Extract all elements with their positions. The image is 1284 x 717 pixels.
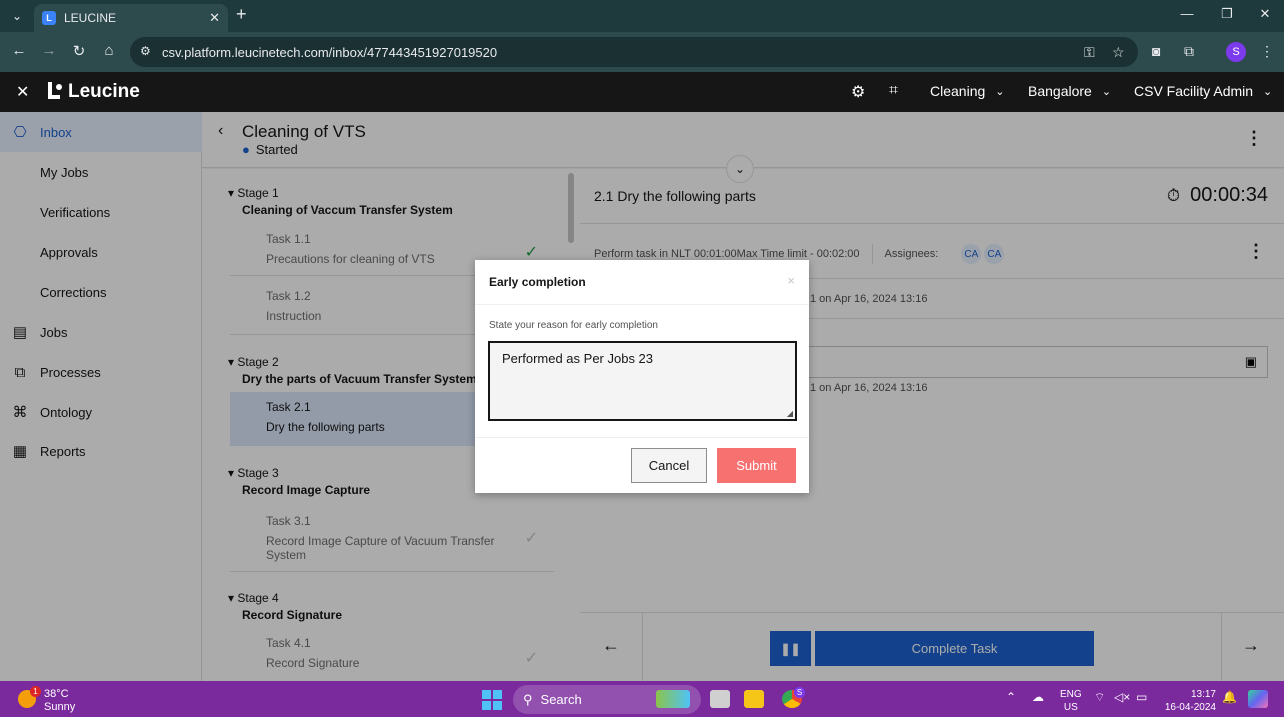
weather-widget[interactable]: 38°C Sunny bbox=[44, 688, 75, 714]
chrome-profile-badge: S bbox=[794, 687, 805, 698]
task-view-icon[interactable] bbox=[710, 690, 730, 708]
chevron-down-icon: ⌄ bbox=[995, 85, 1005, 98]
camera-icon[interactable]: ◙ bbox=[1152, 43, 1160, 59]
profile-avatar[interactable]: S bbox=[1226, 42, 1246, 62]
new-tab-icon[interactable]: + bbox=[236, 4, 247, 25]
password-key-icon[interactable]: ⚿ bbox=[1084, 44, 1095, 61]
minimize-icon[interactable]: — bbox=[1172, 6, 1202, 21]
onedrive-cloud-icon[interactable]: ☁ bbox=[1032, 690, 1044, 704]
reload-icon[interactable]: ↻ bbox=[68, 42, 90, 60]
url-field[interactable]: ⚙ csv.platform.leucinetech.com/inbox/477… bbox=[130, 37, 1138, 67]
scan-icon[interactable]: ⌗ bbox=[889, 82, 898, 100]
resize-handle-icon[interactable]: ◢ bbox=[787, 409, 793, 418]
weather-condition: Sunny bbox=[44, 701, 76, 713]
close-icon[interactable]: ✕ bbox=[16, 82, 29, 102]
user-menu[interactable]: CSV Facility Admin ⌄ bbox=[1134, 83, 1272, 99]
clock-date: 16-04-2024 bbox=[1164, 702, 1216, 713]
notification-bell-icon[interactable]: 🔔 bbox=[1222, 690, 1237, 704]
reason-text: Performed as Per Jobs 23 bbox=[502, 351, 654, 366]
search-placeholder: Search bbox=[540, 692, 582, 707]
submit-button[interactable]: Submit bbox=[717, 448, 796, 483]
back-icon[interactable]: ← bbox=[8, 42, 30, 59]
browser-toolbar: ← → ↻ ⌂ ⚙ csv.platform.leucinetech.com/i… bbox=[0, 32, 1284, 72]
facility-selector[interactable]: Bangalore ⌄ bbox=[1028, 83, 1111, 99]
divider bbox=[475, 437, 809, 438]
reason-textarea[interactable]: Performed as Per Jobs 23 ◢ bbox=[488, 341, 797, 421]
volume-icon[interactable]: ◁× bbox=[1114, 690, 1130, 704]
region-code: US bbox=[1063, 702, 1078, 713]
window-close-icon[interactable]: ✕ bbox=[1250, 6, 1280, 22]
modal-close-icon[interactable]: × bbox=[787, 273, 795, 288]
use-case-selector[interactable]: Cleaning ⌄ bbox=[930, 83, 1004, 99]
search-icon: ⚲ bbox=[523, 691, 533, 707]
search-highlight-icon bbox=[656, 690, 690, 708]
app-header: ✕ Leucine ⚙ ⌗ Cleaning ⌄ Bangalore ⌄ CSV F… bbox=[0, 72, 1284, 112]
browser-tabbar: ⌄ L LEUCINE ✕ + — ❐ ✕ bbox=[0, 0, 1284, 32]
early-completion-modal: Early completion × State your reason for… bbox=[475, 260, 809, 493]
leucine-logo-icon bbox=[48, 82, 62, 99]
restore-icon[interactable]: ❐ bbox=[1212, 6, 1242, 22]
brand-logo: Leucine bbox=[44, 81, 140, 103]
language-code: ENG bbox=[1060, 689, 1082, 700]
temperature: 38°C bbox=[44, 688, 69, 700]
browser-tab[interactable]: L LEUCINE ✕ bbox=[34, 4, 228, 32]
extensions-icon[interactable]: ⧉ bbox=[1184, 43, 1194, 60]
battery-icon[interactable]: ▭ bbox=[1136, 690, 1147, 704]
facility-label: Bangalore bbox=[1028, 83, 1092, 99]
home-icon[interactable]: ⌂ bbox=[98, 42, 120, 59]
chevron-down-icon: ⌄ bbox=[1263, 85, 1273, 98]
bookmark-star-icon[interactable]: ☆ bbox=[1112, 44, 1125, 61]
reason-label: State your reason for early completion bbox=[489, 320, 658, 331]
system-clock[interactable]: 13:17 16-04-2024 bbox=[1160, 688, 1216, 714]
clock-time: 13:17 bbox=[1190, 689, 1216, 700]
wifi-icon[interactable]: ⌔ bbox=[1094, 690, 1105, 705]
user-role-label: CSV Facility Admin bbox=[1134, 83, 1254, 99]
forward-icon[interactable]: → bbox=[38, 42, 60, 59]
tab-title: LEUCINE bbox=[64, 11, 117, 25]
favicon-icon: L bbox=[42, 11, 56, 25]
file-explorer-icon[interactable] bbox=[744, 690, 764, 708]
tab-search-icon[interactable]: ⌄ bbox=[6, 6, 28, 26]
url-text: csv.platform.leucinetech.com/inbox/47744… bbox=[162, 44, 498, 60]
cancel-button[interactable]: Cancel bbox=[631, 448, 707, 483]
windows-start-icon[interactable] bbox=[482, 690, 502, 710]
tab-close-icon[interactable]: ✕ bbox=[209, 10, 220, 26]
site-info-icon[interactable]: ⚙ bbox=[140, 44, 151, 58]
language-indicator[interactable]: ENG US bbox=[1060, 688, 1082, 714]
tray-overflow-icon[interactable]: ⌃ bbox=[1006, 690, 1016, 704]
settings-gear-icon[interactable]: ⚙ bbox=[851, 82, 865, 102]
weather-badge: 1 bbox=[30, 686, 41, 697]
use-case-label: Cleaning bbox=[930, 83, 986, 99]
browser-menu-icon[interactable]: ⋮ bbox=[1260, 43, 1274, 60]
modal-title: Early completion bbox=[489, 275, 586, 289]
chevron-down-icon: ⌄ bbox=[1101, 85, 1112, 98]
copilot-icon[interactable] bbox=[1248, 690, 1268, 708]
os-taskbar: 1 38°C Sunny ⚲ Search S ⌃ ☁ ENG US ⌔ ◁× … bbox=[0, 681, 1284, 717]
brand-name: Leucine bbox=[68, 81, 140, 102]
divider bbox=[475, 304, 809, 305]
